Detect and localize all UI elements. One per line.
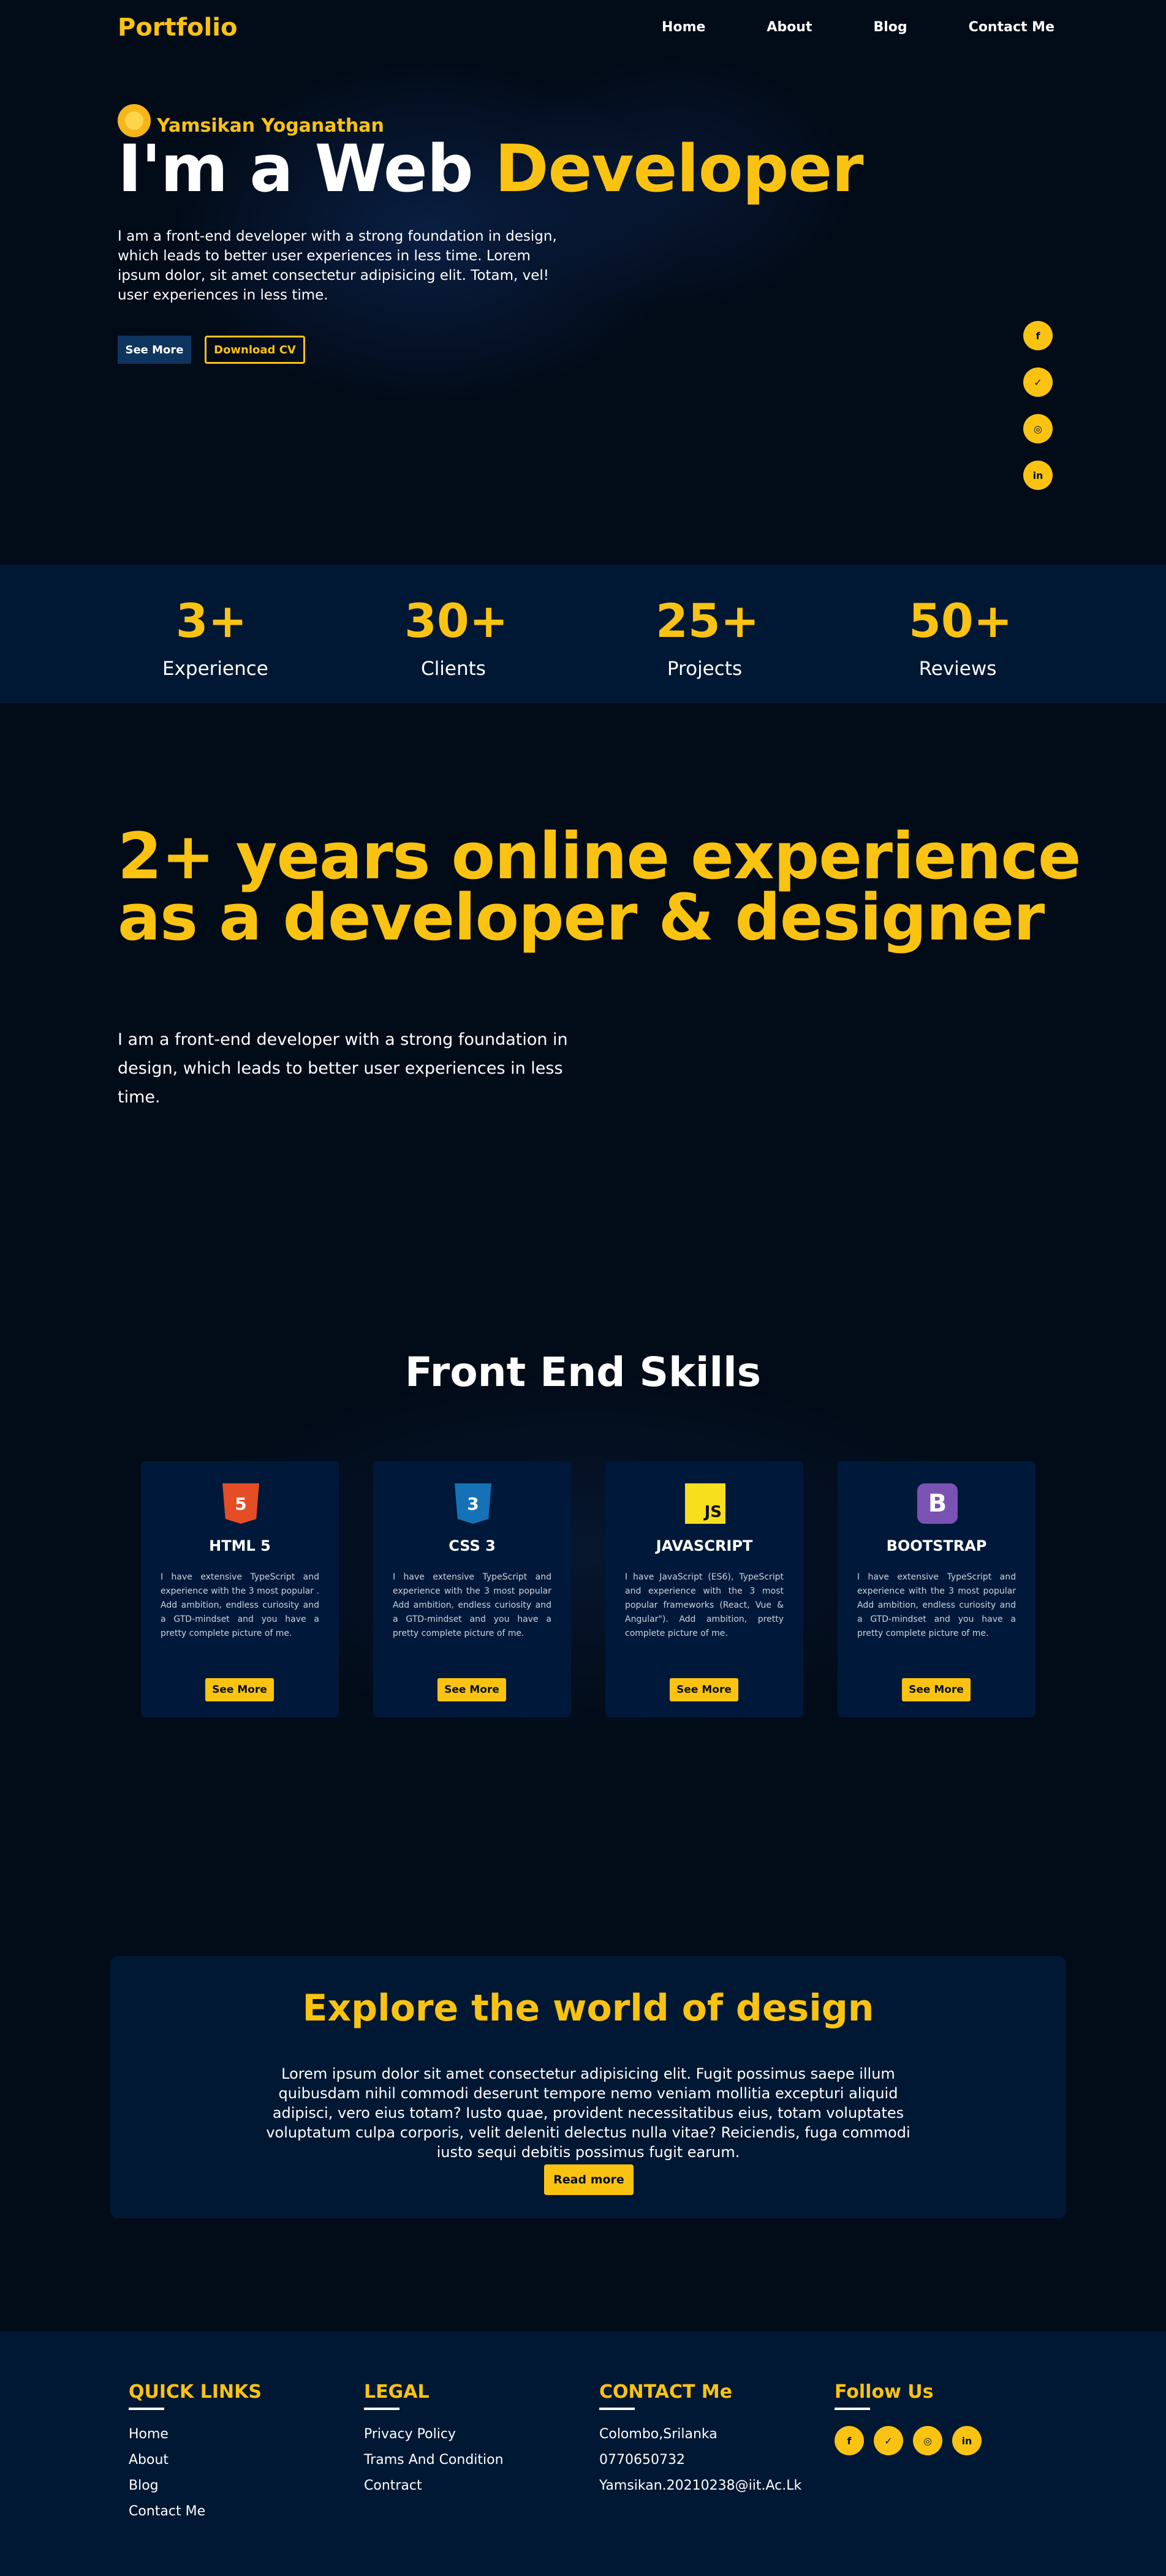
skill-see-more-button[interactable]: See More (205, 1678, 274, 1701)
contact-phone: 0770650732 (599, 2452, 685, 2468)
html5-icon: 5 (222, 1483, 259, 1524)
footer-legal: LEGAL Privacy Policy Trams And Condition… (364, 2381, 504, 2503)
see-more-button[interactable]: See More (118, 336, 191, 364)
footer-heading: Follow Us (835, 2381, 934, 2403)
instagram-icon[interactable]: ◎ (913, 2426, 942, 2455)
top-nav: Portfolio Home About Blog Contact Me (0, 0, 1166, 56)
stat-experience: 3+ Experience (162, 593, 268, 680)
footer-link-home[interactable]: Home (129, 2426, 262, 2443)
skill-card-text: I have extensive TypeScript and experien… (161, 1572, 319, 1638)
footer-heading: LEGAL (364, 2381, 430, 2403)
experience-description: I am a front-end developer with a strong… (118, 1030, 568, 1107)
skill-card-bootstrap: B BOOTSTRAP I have extensive TypeScript … (838, 1461, 1035, 1717)
hero-title: I'm a Web Developer (118, 131, 864, 206)
skill-card-title: CSS 3 (449, 1537, 496, 1554)
instagram-icon[interactable]: ◎ (1023, 414, 1053, 443)
hero-section: Yamsikan Yoganathan I'm a Web Developer … (0, 0, 1166, 565)
stat-reviews: 50+ Reviews (909, 593, 1013, 680)
explore-section: Explore the world of design Lorem ipsum … (110, 1956, 1066, 2218)
stat-value: 3+ (175, 593, 248, 648)
contact-email[interactable]: Yamsikan.20210238@iit.Ac.Lk (599, 2477, 801, 2495)
nav-contact[interactable]: Contact Me (969, 20, 1054, 35)
skill-card-text: I have extensive TypeScript and experien… (857, 1572, 1016, 1638)
stat-value: 25+ (656, 593, 760, 648)
skill-card-text: I have JavaScript (ES6), TypeScript and … (625, 1572, 784, 1638)
skill-card-title: HTML 5 (209, 1537, 271, 1554)
hero-description: I am a front-end developer with a strong… (118, 228, 557, 303)
skill-card-title: BOOTSTRAP (886, 1537, 987, 1554)
footer-follow: Follow Us f ✓ ◎ in (835, 2381, 982, 2455)
footer-link-contract[interactable]: Contract (364, 2477, 504, 2495)
download-cv-button[interactable]: Download CV (205, 336, 305, 364)
stats-bar: 3+ Experience 30+ Clients 25+ Projects 5… (0, 565, 1166, 703)
nav-about[interactable]: About (767, 20, 812, 35)
javascript-icon: JS (685, 1483, 725, 1524)
stat-projects: 25+ Projects (656, 593, 760, 680)
linkedin-icon[interactable]: in (1023, 461, 1053, 490)
explore-title: Explore the world of design (302, 1987, 874, 2030)
skill-card-css3: 3 CSS 3 I have extensive TypeScript and … (373, 1461, 571, 1717)
heading-underline (129, 2408, 164, 2410)
skill-card-html5: 5 HTML 5 I have extensive TypeScript and… (141, 1461, 339, 1717)
skill-card-javascript: JS JAVASCRIPT I have JavaScript (ES6), T… (605, 1461, 803, 1717)
footer-contact: CONTACT Me Colombo,Srilanka 0770650732 Y… (599, 2381, 801, 2503)
footer-link-privacy[interactable]: Privacy Policy (364, 2426, 504, 2443)
footer-social-links: f ✓ ◎ in (835, 2426, 982, 2455)
footer: QUICK LINKS Home About Blog Contact Me L… (0, 2331, 1166, 2576)
heading-underline (364, 2408, 399, 2410)
skill-see-more-button[interactable]: See More (670, 1678, 738, 1701)
skill-card-title: JAVASCRIPT (656, 1537, 753, 1554)
skill-see-more-button[interactable]: See More (902, 1678, 971, 1701)
footer-link-about[interactable]: About (129, 2452, 262, 2469)
read-more-button[interactable]: Read more (544, 2164, 634, 2195)
skill-see-more-button[interactable]: See More (437, 1678, 506, 1701)
logo[interactable]: Portfolio (118, 13, 237, 42)
bootstrap-icon: B (917, 1483, 958, 1524)
stat-label: Reviews (918, 658, 997, 680)
hero-title-highlight: Developer (494, 131, 864, 206)
nav-home[interactable]: Home (662, 20, 705, 35)
css3-icon: 3 (455, 1483, 491, 1524)
explore-text: Lorem ipsum dolor sit amet consectetur a… (266, 2065, 910, 2161)
stat-label: Projects (667, 658, 743, 680)
twitter-icon[interactable]: ✓ (1023, 367, 1053, 397)
stat-label: Clients (421, 658, 486, 680)
stat-value: 50+ (909, 593, 1013, 648)
footer-link-contact[interactable]: Contact Me (129, 2503, 262, 2520)
stat-label: Experience (162, 658, 268, 680)
twitter-icon[interactable]: ✓ (874, 2426, 903, 2455)
linkedin-icon[interactable]: in (952, 2426, 982, 2455)
skills-title: Front End Skills (404, 1349, 762, 1396)
skill-card-text: I have extensive TypeScript and experien… (393, 1572, 551, 1638)
skills-cards: 5 HTML 5 I have extensive TypeScript and… (141, 1461, 1037, 1719)
stat-value: 30+ (404, 593, 509, 648)
footer-heading: QUICK LINKS (129, 2381, 262, 2403)
heading-underline (835, 2408, 870, 2410)
hero-title-prefix: I'm a Web (118, 131, 495, 206)
nav-blog[interactable]: Blog (874, 20, 907, 35)
footer-heading: CONTACT Me (599, 2381, 733, 2403)
footer-link-terms[interactable]: Trams And Condition (364, 2452, 504, 2469)
facebook-icon[interactable]: f (1023, 321, 1053, 350)
footer-quick-links: QUICK LINKS Home About Blog Contact Me (129, 2381, 262, 2529)
footer-link-blog[interactable]: Blog (129, 2477, 262, 2495)
stat-clients: 30+ Clients (404, 593, 509, 680)
contact-address: Colombo,Srilanka (599, 2427, 717, 2442)
facebook-icon[interactable]: f (835, 2426, 864, 2455)
nav-links: Home About Blog Contact Me (600, 20, 1054, 35)
heading-underline (599, 2408, 635, 2410)
hero-social-links: f ✓ ◎ in (1023, 321, 1053, 507)
experience-title: 2+ years online experience as a develope… (118, 819, 1081, 955)
